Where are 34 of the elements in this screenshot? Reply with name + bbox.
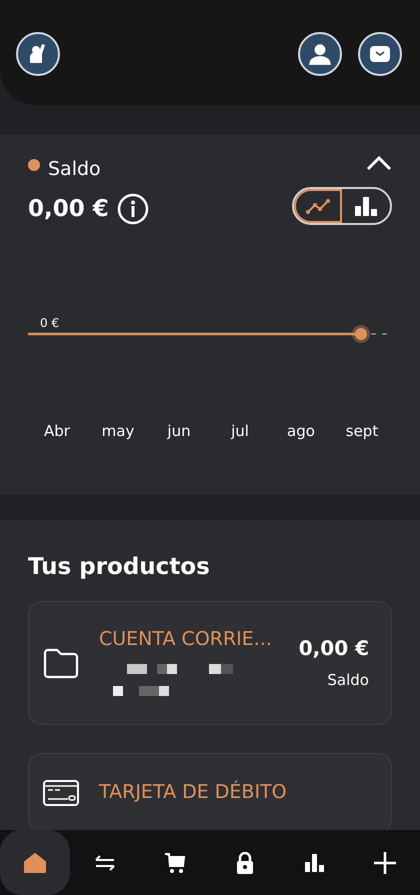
data-point[interactable] (352, 325, 370, 343)
section-title: Tus productos (28, 553, 211, 582)
home-icon (23, 852, 47, 874)
legend-label: Saldo (48, 157, 101, 182)
product-name: CUENTA CORRIE... (99, 627, 273, 652)
plus-icon (373, 850, 397, 874)
amount-label: Saldo (326, 670, 369, 692)
bar-chart-icon (354, 196, 378, 216)
nav-tab[interactable] (0, 830, 70, 895)
x-axis-label: Abr (43, 421, 71, 442)
chevron-up-icon[interactable] (366, 155, 392, 171)
mail-button[interactable] (358, 32, 402, 76)
line-chart-icon (305, 197, 331, 215)
product-card[interactable]: CUENTA CORRIE... 0,00 € Saldo (28, 600, 392, 724)
info-icon[interactable] (116, 192, 149, 225)
product-amount: 0,00 € (298, 635, 369, 662)
bar-chart-icon (305, 854, 325, 872)
transfer-arrows-icon (94, 854, 116, 872)
balance-amount: 0,00 € (28, 194, 109, 224)
x-axis-label: ago (286, 421, 316, 442)
line-chart-toggle[interactable] (294, 189, 342, 223)
profile-raise-hand-button[interactable] (16, 32, 60, 76)
lock-icon (236, 852, 254, 874)
x-axis-label: jul (230, 421, 250, 442)
x-axis-label: sept (344, 421, 380, 442)
shopping-cart-icon (164, 852, 186, 874)
x-axis-label: jun (166, 421, 192, 442)
credit-card-icon (43, 780, 79, 806)
y-axis-label: 0 € (40, 316, 60, 330)
product-name: TARJETA DE DÉBITO (99, 779, 287, 806)
profile-button[interactable] (298, 32, 342, 76)
product-card[interactable]: TARJETA DE DÉBITO (28, 752, 392, 832)
folder-icon (43, 646, 79, 678)
x-axis-label: may (100, 421, 136, 442)
